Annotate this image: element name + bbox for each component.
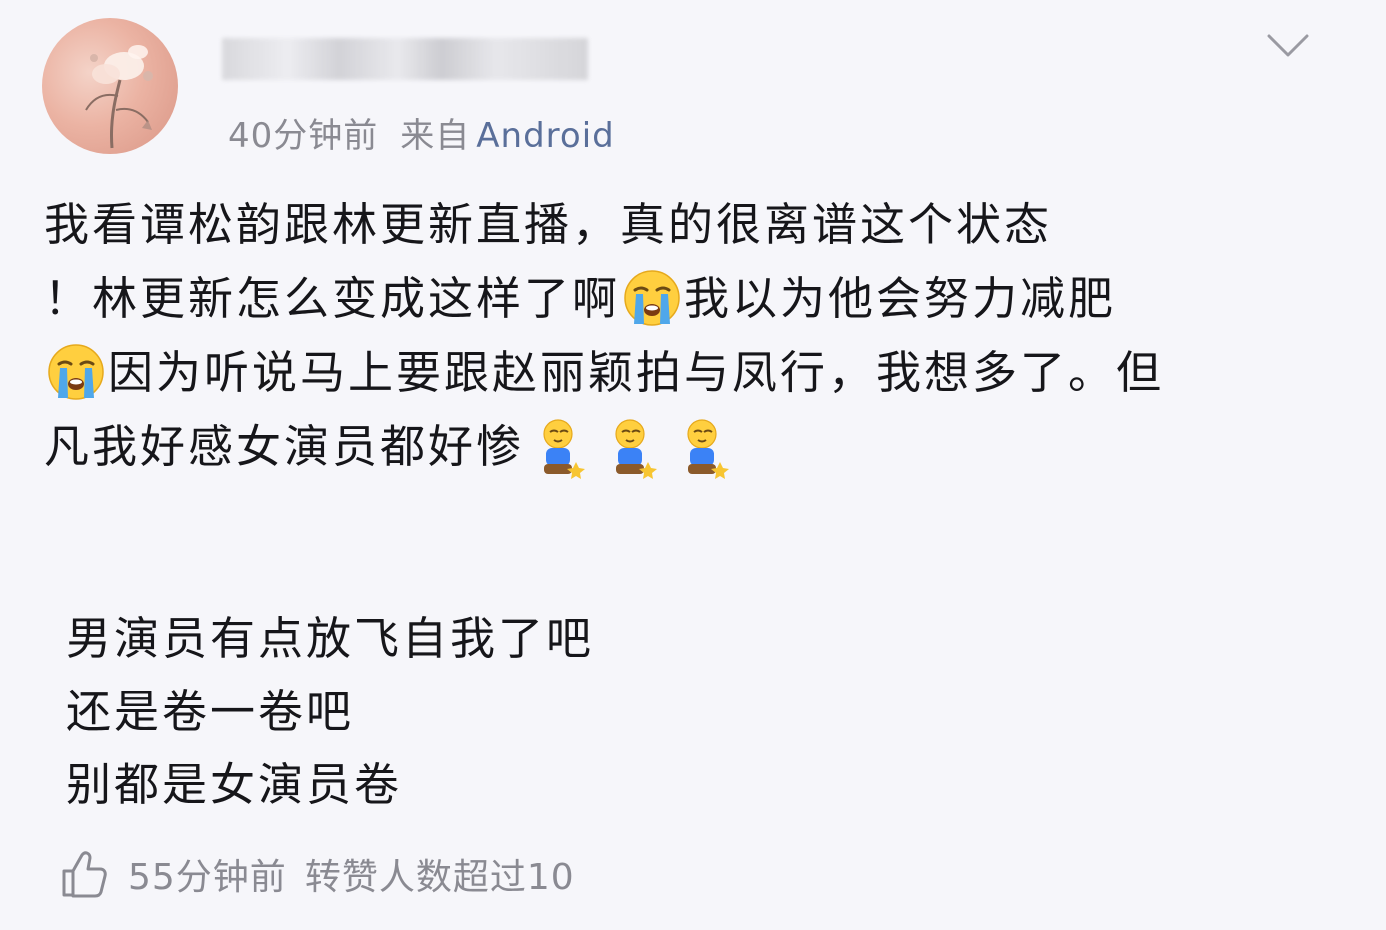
reply-time: 55分钟前 [128,857,287,898]
post-text-line: 凡我好感女演员都好惨 [44,410,1344,484]
reply-line: 男演员有点放飞自我了吧 [66,612,595,665]
username-blurred[interactable] [222,38,588,80]
post-text: 我看谭松韵跟林更新直播，真的很离谱这个状态 ！林更新怎么变成这样了啊 我以为他会… [44,188,1344,484]
kneeling-person-icon [687,419,730,479]
post-text-line: 因为听说马上要跟赵丽颖拍与凤行，我想多了。但 [44,336,1344,410]
chevron-down-icon[interactable] [1266,32,1310,60]
post-text-line: ！林更新怎么变成这样了啊 我以为他会努力减肥 [44,262,1344,336]
repost-count-note: 转赞人数超过10 [304,857,575,898]
kneeling-person-icon [615,419,658,479]
reply-footer: 55分钟前 转赞人数超过10 [60,846,575,902]
post-meta: 40分钟前 来自 Android [228,108,615,157]
source-prefix: 来自 [400,116,471,156]
reply-line: 还是卷一卷吧 [66,685,355,738]
post-text-line: 我看谭松韵跟林更新直播，真的很离谱这个状态 [44,198,1053,251]
thumbs-up-icon[interactable] [60,849,108,899]
weibo-post-card: 40分钟前 来自 Android 我看谭松韵跟林更新直播，真的很离谱这个状态 ！林更… [0,0,1386,930]
post-time: 40分钟前 [228,116,379,156]
kneeling-person-icon [543,419,586,479]
avatar-flower-image [85,45,153,149]
reply-text: 男演员有点放飞自我了吧 还是卷一卷吧 别都是女演员卷 [66,602,594,821]
user-avatar[interactable] [42,18,178,154]
source-device-link[interactable]: Android [476,116,614,156]
reply-line: 别都是女演员卷 [66,758,403,811]
loudly-crying-face-icon [624,270,680,326]
loudly-crying-face-icon [48,344,104,400]
